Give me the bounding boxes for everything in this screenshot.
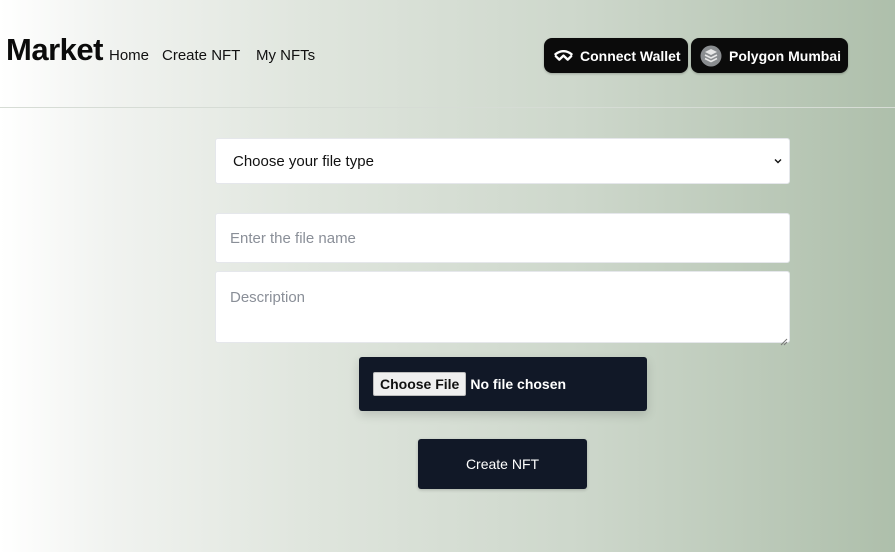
network-label: Polygon Mumbai [729, 47, 841, 64]
choose-file-button[interactable]: Choose File [373, 372, 467, 396]
connect-wallet-label: Connect Wallet [580, 47, 681, 64]
brand-logo[interactable]: Market [6, 32, 103, 68]
file-name-input[interactable]: Enter the file name [215, 213, 790, 263]
nav-create-nft-link[interactable]: Create NFT [162, 47, 240, 64]
create-nft-button[interactable]: Create NFT [418, 439, 587, 489]
connect-wallet-button[interactable]: Connect Wallet [544, 38, 688, 73]
chevron-down-icon [773, 157, 783, 165]
file-type-select[interactable]: Choose your file type [215, 138, 790, 184]
file-picker: Choose File No file chosen [359, 357, 647, 411]
walletconnect-icon [554, 49, 573, 62]
description-placeholder: Description [230, 289, 306, 306]
resize-grip-icon[interactable] [780, 333, 788, 346]
file-type-selected-value: Choose your file type [233, 152, 374, 170]
nav-home-link[interactable]: Home [109, 47, 149, 64]
description-textarea[interactable]: Description [215, 271, 790, 346]
top-header: Market Home Create NFT My NFTs Connect W… [0, 0, 895, 108]
polygon-layers-icon [700, 45, 722, 67]
nav-my-nfts-link[interactable]: My NFTs [256, 47, 315, 64]
file-status-text: No file chosen [470, 376, 567, 392]
network-selector-button[interactable]: Polygon Mumbai [691, 38, 848, 73]
file-name-placeholder: Enter the file name [230, 229, 356, 247]
